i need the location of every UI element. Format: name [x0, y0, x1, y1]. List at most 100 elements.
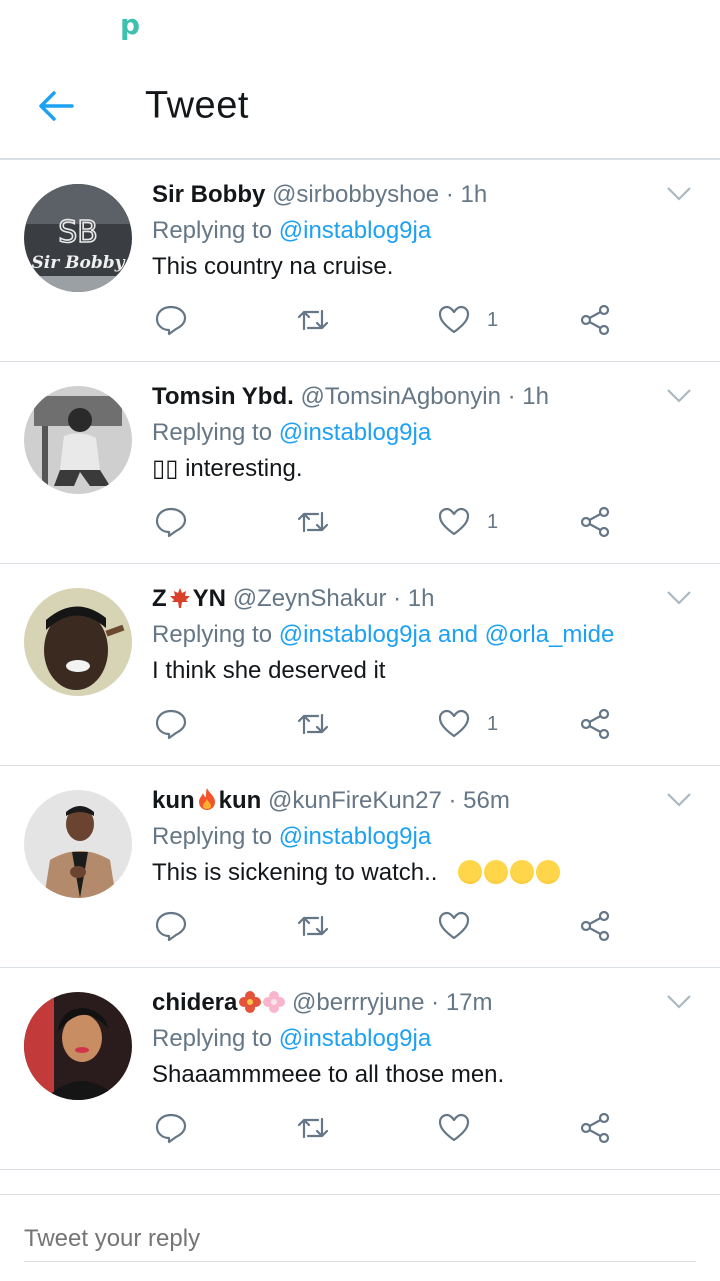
user-handle[interactable]: @TomsinAgbonyin — [300, 383, 500, 410]
share-icon — [580, 1112, 610, 1144]
replying-to: Replying to @instablog9ja — [152, 214, 431, 248]
share-button[interactable] — [578, 1106, 612, 1150]
timestamp: 17m — [445, 989, 493, 1016]
like-icon — [438, 507, 470, 536]
back-button[interactable] — [34, 84, 78, 128]
reply-icon — [155, 911, 187, 942]
pleading-face-icon — [458, 860, 483, 884]
fire-icon — [198, 788, 215, 810]
avatar[interactable] — [24, 386, 132, 494]
share-button[interactable] — [578, 500, 612, 544]
page-title: Tweet — [145, 84, 249, 127]
like-button[interactable] — [437, 904, 471, 948]
tweet-item[interactable]: SB Sir Bobby Sir Bobby @sirbobbyshoe · 1… — [0, 160, 720, 362]
separator-dot: · — [445, 181, 454, 208]
tweet-menu-button[interactable] — [666, 388, 692, 404]
like-button[interactable]: 1 — [437, 298, 498, 342]
reply-icon — [155, 507, 187, 538]
share-icon — [580, 304, 610, 336]
mention-link[interactable]: @instablog9ja — [279, 621, 431, 648]
replying-prefix: Replying to — [152, 419, 273, 446]
tweet-item[interactable]: Z YN @ZeynShakur · 1h Replying to @instab… — [0, 564, 720, 766]
status-bar: p — [0, 0, 720, 52]
retweet-button[interactable] — [296, 298, 330, 342]
replying-prefix: Replying to — [152, 217, 273, 244]
retweet-button[interactable] — [296, 500, 330, 544]
like-icon — [438, 709, 470, 738]
retweet-button[interactable] — [296, 702, 330, 746]
display-name[interactable]: Sir Bobby — [152, 181, 265, 208]
share-button[interactable] — [578, 904, 612, 948]
display-name[interactable]: Tomsin Ybd. — [152, 383, 294, 410]
tweet-item[interactable]: chidera @berrryjune · 17m Replying to @i… — [0, 968, 720, 1170]
reply-button[interactable] — [154, 500, 188, 544]
retweet-button[interactable] — [296, 1106, 330, 1150]
replying-prefix: Replying to — [152, 1025, 273, 1052]
retweet-icon — [297, 915, 329, 937]
separator-dot: · — [393, 585, 402, 612]
share-icon — [580, 708, 610, 740]
svg-text:Sir Bobby: Sir Bobby — [32, 253, 126, 273]
avatar[interactable] — [24, 790, 132, 898]
retweet-icon — [297, 511, 329, 533]
tweet-menu-button[interactable] — [666, 792, 692, 808]
user-handle[interactable]: @berrryjune — [292, 989, 424, 1016]
user-handle[interactable]: @sirbobbyshoe — [272, 181, 439, 208]
share-icon — [580, 506, 610, 538]
reply-composer — [0, 1194, 720, 1281]
pleading-face-icon — [484, 860, 509, 884]
chevron-down-icon — [667, 591, 691, 605]
share-button[interactable] — [578, 298, 612, 342]
avatar[interactable]: SB Sir Bobby — [24, 184, 132, 292]
app-bar: Tweet — [0, 52, 720, 160]
retweet-icon — [297, 309, 329, 331]
mention-link[interactable]: @instablog9ja — [279, 217, 431, 244]
tweet-text: ▯▯ interesting. — [152, 455, 303, 482]
mention-link[interactable]: @instablog9ja — [279, 823, 431, 850]
retweet-icon — [297, 1117, 329, 1139]
display-name[interactable]: Z YN — [152, 585, 226, 612]
reply-icon — [155, 305, 187, 336]
separator-dot: · — [431, 989, 440, 1016]
timestamp: 56m — [463, 787, 510, 814]
replying-prefix: Replying to — [152, 621, 273, 648]
mention-link[interactable]: @instablog9ja — [279, 419, 431, 446]
like-icon — [438, 1113, 470, 1142]
separator-dot: · — [448, 787, 457, 814]
display-name[interactable]: kun kun — [152, 787, 261, 814]
tweet-item[interactable]: kun kun @kunFireKun27 · 56m Replying to @… — [0, 766, 720, 968]
tweet-menu-button[interactable] — [666, 186, 692, 202]
mention-link[interactable]: @instablog9ja — [279, 1025, 431, 1052]
chevron-down-icon — [667, 389, 691, 403]
like-button[interactable] — [437, 1106, 471, 1150]
user-handle[interactable]: @kunFireKun27 — [268, 787, 442, 814]
tweet-menu-button[interactable] — [666, 590, 692, 606]
tweet-actions: 1 — [152, 298, 632, 342]
user-handle[interactable]: @ZeynShakur — [233, 585, 387, 612]
tweet-header: chidera @berrryjune · 17m — [152, 986, 493, 1020]
tweet-item[interactable]: Tomsin Ybd. @TomsinAgbonyin · 1h Replyin… — [0, 362, 720, 564]
display-name[interactable]: chidera — [152, 989, 286, 1016]
share-button[interactable] — [578, 702, 612, 746]
reply-button[interactable] — [154, 1106, 188, 1150]
separator-dot: · — [507, 383, 516, 410]
like-button[interactable]: 1 — [437, 702, 498, 746]
retweet-button[interactable] — [296, 904, 330, 948]
tweet-text: This country na cruise. — [152, 253, 394, 280]
replying-to: Replying to @instablog9ja and @orla_mide — [152, 618, 614, 652]
mention-link[interactable]: @orla_mide — [485, 621, 615, 648]
replying-to: Replying to @instablog9ja — [152, 1022, 431, 1056]
avatar[interactable] — [24, 992, 132, 1100]
tweet-header: Sir Bobby @sirbobbyshoe · 1h — [152, 178, 487, 212]
flower-icon — [239, 991, 262, 1013]
reply-button[interactable] — [154, 298, 188, 342]
avatar[interactable] — [24, 588, 132, 696]
tweet-actions — [152, 904, 632, 948]
replying-prefix: Replying to — [152, 823, 273, 850]
reply-button[interactable] — [154, 702, 188, 746]
reply-input[interactable] — [24, 1217, 696, 1262]
like-count: 1 — [487, 712, 499, 735]
reply-button[interactable] — [154, 904, 188, 948]
like-button[interactable]: 1 — [437, 500, 498, 544]
tweet-menu-button[interactable] — [666, 994, 692, 1010]
